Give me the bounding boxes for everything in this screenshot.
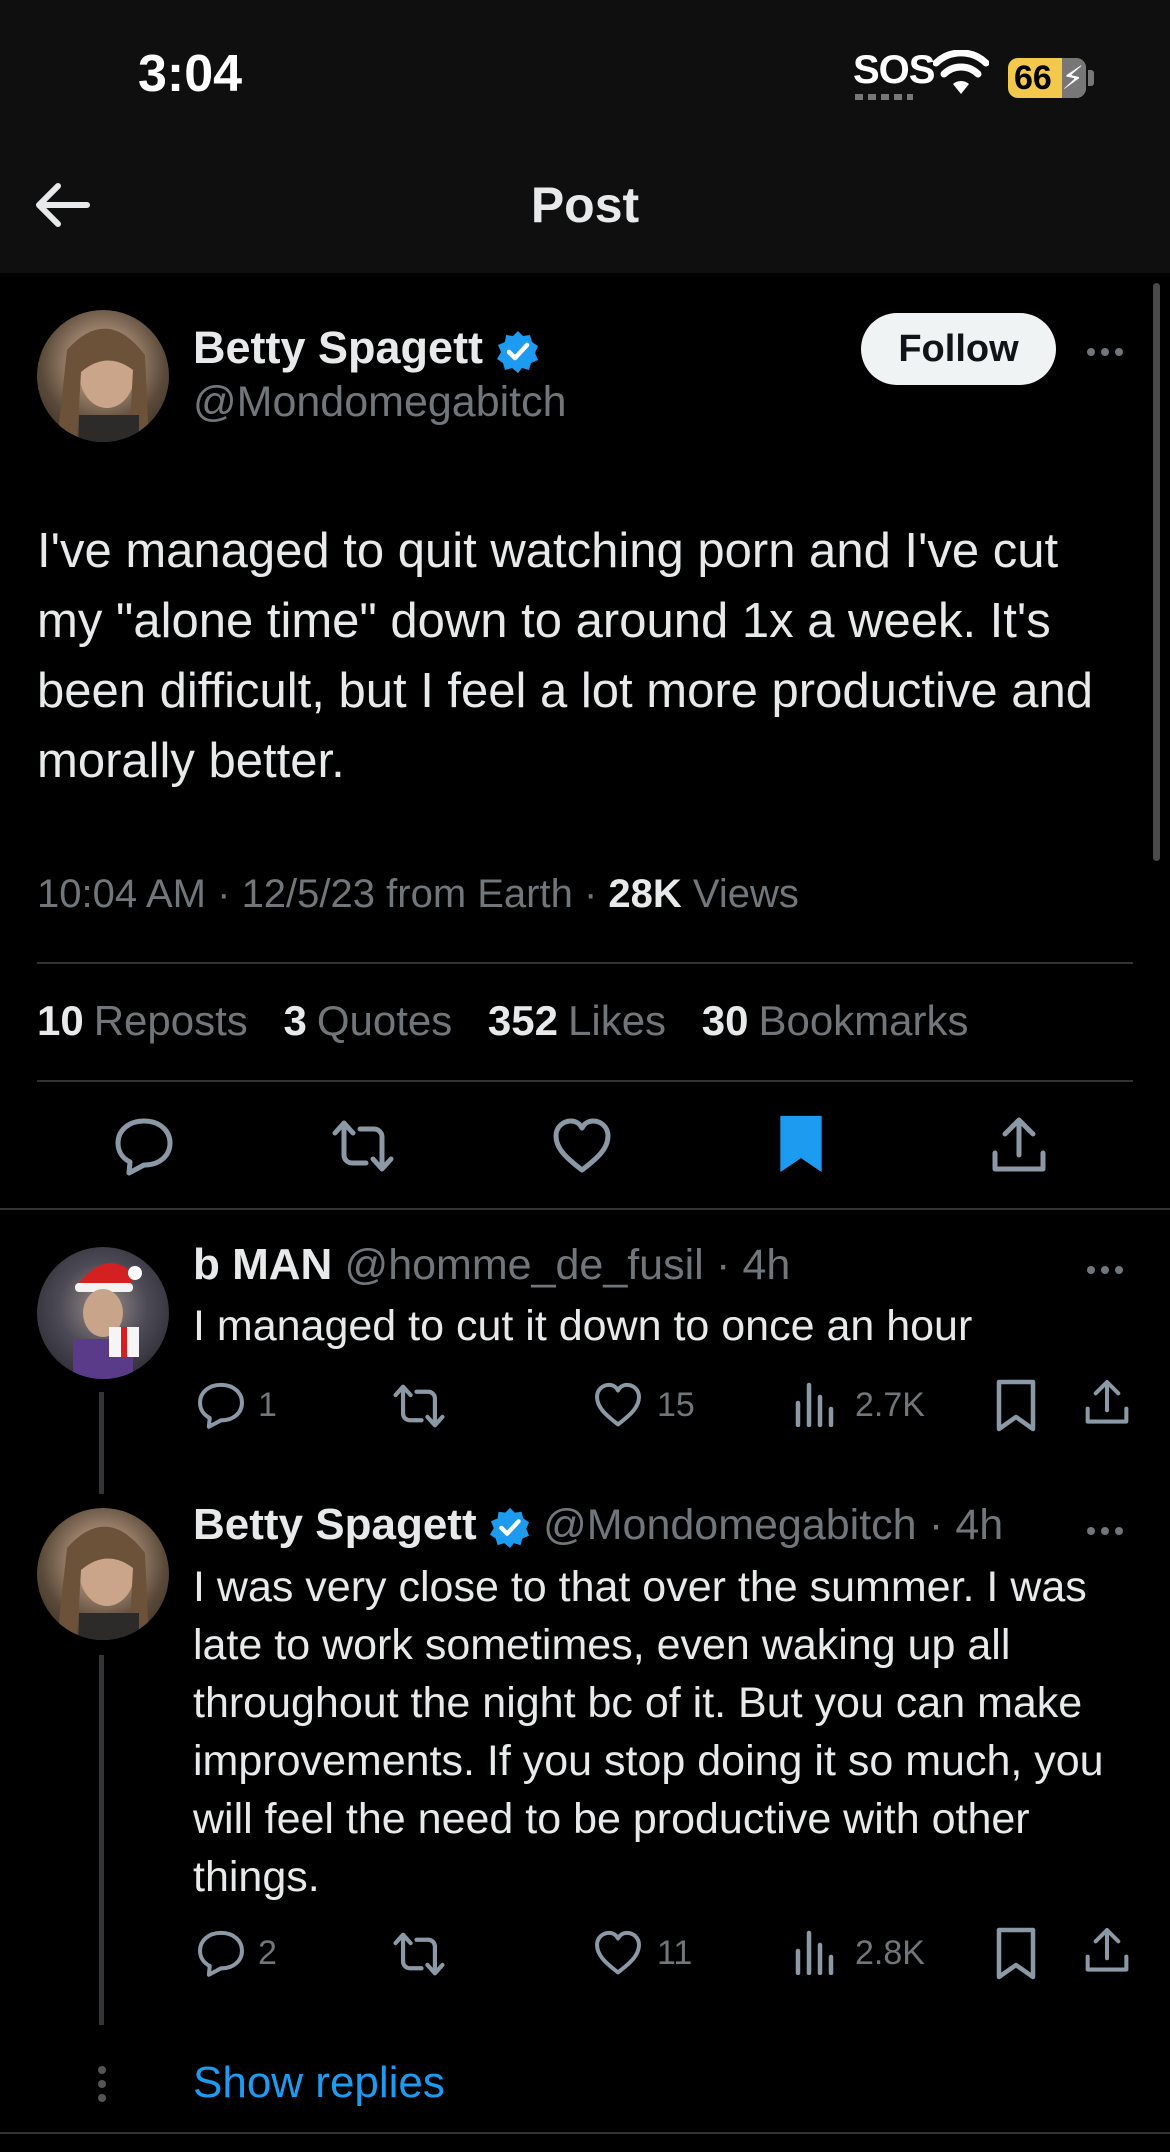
reply-author-handle[interactable]: @Mondomegabitch xyxy=(543,1501,917,1549)
repost-icon[interactable] xyxy=(393,1380,445,1432)
reposts-stat[interactable]: 10 Reposts xyxy=(37,997,248,1044)
battery-level: 66 xyxy=(1014,59,1052,97)
post-time: 10:04 AM xyxy=(37,872,207,916)
repost-icon[interactable] xyxy=(393,1928,445,1980)
scrollbar[interactable] xyxy=(1153,283,1160,861)
reply-icon[interactable] xyxy=(196,1928,246,1978)
reply-icon[interactable] xyxy=(113,1115,175,1177)
post-date-source: 12/5/23 from Earth xyxy=(241,872,573,916)
bookmark-icon[interactable] xyxy=(993,1927,1039,1981)
more-options-icon[interactable] xyxy=(1087,1261,1133,1274)
more-options-icon[interactable] xyxy=(1087,343,1133,356)
bookmark-filled-icon[interactable] xyxy=(770,1113,832,1175)
reply-author-name[interactable]: b MAN xyxy=(193,1240,332,1289)
bookmarks-stat[interactable]: 30 Bookmarks xyxy=(702,997,969,1044)
avatar-santa-icon xyxy=(73,1263,142,1379)
like-icon[interactable] xyxy=(551,1115,613,1177)
battery-tip xyxy=(1088,70,1094,86)
post-stats: 10 Reposts 3 Quotes 352 Likes 30 Bookmarks xyxy=(37,997,993,1045)
thread-line xyxy=(99,1655,104,2025)
avatar[interactable] xyxy=(37,310,169,442)
reply-text: I was very close to that over the summer… xyxy=(193,1563,1104,1901)
views-chart-icon[interactable] xyxy=(793,1929,839,1975)
signal-dots-icon xyxy=(855,94,913,100)
post-author-name[interactable]: Betty Spagett xyxy=(193,322,483,373)
wifi-icon xyxy=(933,50,989,94)
reply-author-name[interactable]: Betty Spagett xyxy=(193,1500,477,1549)
reply-comment-count: 2 xyxy=(258,1934,277,1972)
bookmark-icon[interactable] xyxy=(993,1379,1039,1433)
avatar[interactable] xyxy=(37,1247,169,1379)
post-views-label: Views xyxy=(692,872,799,916)
page-title: Post xyxy=(530,177,640,233)
share-icon[interactable] xyxy=(1082,1378,1132,1428)
share-icon[interactable] xyxy=(1082,1926,1132,1976)
post-meta: 10:04 AM · 12/5/23 from Earth · 28K View… xyxy=(37,872,799,916)
views-chart-icon[interactable] xyxy=(793,1381,839,1427)
avatar[interactable] xyxy=(37,1508,169,1640)
reply-author-handle[interactable]: @homme_de_fusil xyxy=(345,1241,704,1289)
share-icon[interactable] xyxy=(988,1115,1050,1177)
status-time: 3:04 xyxy=(138,45,243,103)
avatar-portrait-icon xyxy=(57,328,149,442)
battery-icon: 66 ⚡ xyxy=(1008,58,1086,98)
divider xyxy=(37,962,1133,964)
thread-more-dots-icon xyxy=(98,2066,106,2108)
post-text: I've managed to quit watching porn and I… xyxy=(37,524,1093,788)
divider xyxy=(37,1080,1133,1082)
divider xyxy=(0,1208,1170,1210)
reply-like-count: 15 xyxy=(657,1386,695,1424)
reply-header: Betty Spagett @Mondomegabitch · 4h xyxy=(193,1500,1004,1549)
reply-age: 4h xyxy=(955,1501,1004,1549)
reply-comment-count: 1 xyxy=(258,1386,277,1424)
like-icon[interactable] xyxy=(593,1380,643,1430)
reply-view-count: 2.7K xyxy=(855,1386,925,1424)
more-options-icon[interactable] xyxy=(1087,1522,1133,1535)
reply-view-count: 2.8K xyxy=(855,1934,925,1972)
show-replies-link[interactable]: Show replies xyxy=(193,2058,445,2108)
like-icon[interactable] xyxy=(593,1928,643,1978)
repost-icon[interactable] xyxy=(332,1115,394,1177)
post-views-count: 28K xyxy=(608,872,682,916)
verified-badge-icon xyxy=(496,331,538,374)
divider xyxy=(0,2132,1170,2134)
reply-text: I managed to cut it down to once an hour xyxy=(193,1302,973,1350)
follow-button[interactable]: Follow xyxy=(861,313,1056,385)
sos-indicator: SOS xyxy=(853,48,935,92)
reply-like-count: 11 xyxy=(657,1934,693,1972)
reply-icon[interactable] xyxy=(196,1380,246,1430)
reply-header: b MAN @homme_de_fusil · 4h xyxy=(193,1240,791,1289)
post-author-handle[interactable]: @Mondomegabitch xyxy=(193,378,567,427)
likes-stat[interactable]: 352 Likes xyxy=(488,997,666,1044)
reply-age: 4h xyxy=(742,1241,791,1289)
quotes-stat[interactable]: 3 Quotes xyxy=(283,997,452,1044)
avatar-portrait-icon xyxy=(57,1526,149,1640)
post-author-row: Betty Spagett xyxy=(193,322,540,374)
thread-line xyxy=(99,1392,104,1494)
verified-badge-icon xyxy=(489,1508,529,1549)
